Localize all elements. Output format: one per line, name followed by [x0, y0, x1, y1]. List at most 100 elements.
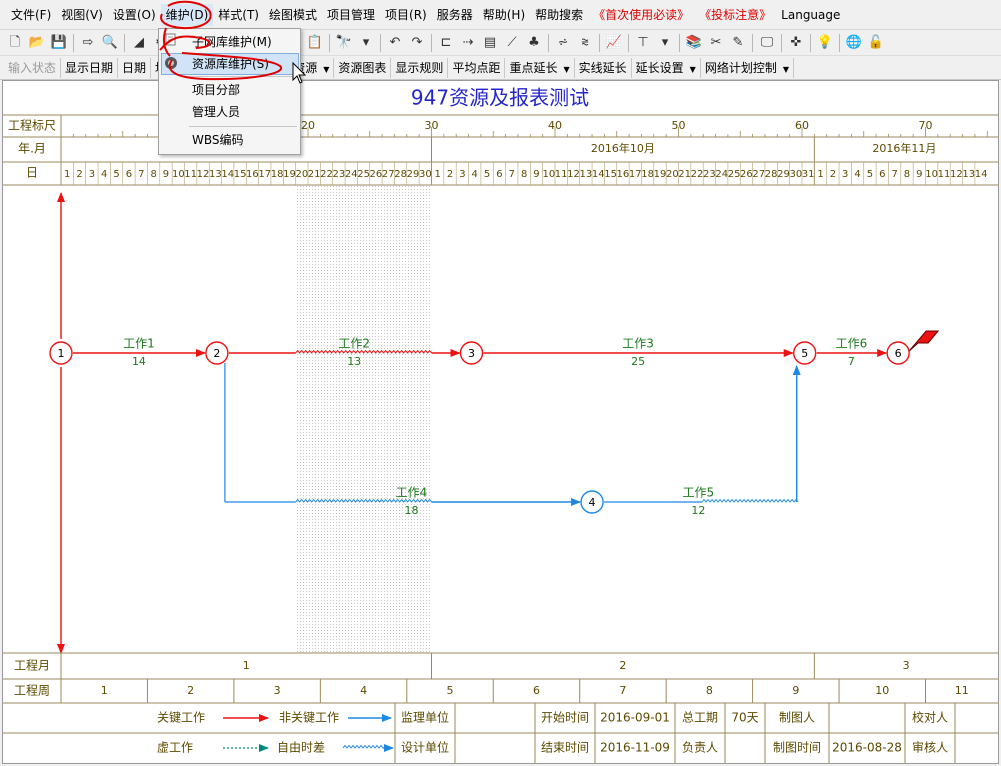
open-folder-icon-button[interactable]: 📂	[26, 32, 48, 54]
chart-icon-button[interactable]: 📈	[603, 32, 625, 54]
table-icon-button[interactable]: ▤	[479, 32, 501, 54]
books-icon-button[interactable]: 📚	[683, 32, 705, 54]
draw-time-label: 制图时间	[773, 741, 821, 755]
menu-settings[interactable]: 设置(O)	[108, 4, 161, 26]
unlock-icon: 🔓	[867, 35, 885, 50]
project-week-label: 4	[360, 684, 367, 697]
day-label: 15	[234, 169, 247, 180]
network-node[interactable]: 6	[886, 341, 910, 365]
save-icon-button[interactable]: 💾	[48, 32, 70, 54]
triangle-icon-button[interactable]: ◢	[128, 32, 150, 54]
toolbar-separator	[752, 33, 753, 52]
unlock-icon-button[interactable]: 🔓	[865, 32, 887, 54]
menu-first-use-guide[interactable]: 《首次使用必读》	[588, 4, 694, 26]
network-node[interactable]: 1	[49, 341, 73, 365]
arrow-line-icon-button[interactable]: ⇢	[457, 32, 479, 54]
menu-language[interactable]: Language	[776, 4, 845, 26]
network-diagram-canvas[interactable]: 947资源及报表测试 工程标尺 年.月日 20 30 40 50 60 70 2016年10月 20…	[2, 80, 999, 764]
crosshair-icon-button[interactable]: ✜	[785, 32, 807, 54]
network-diagram[interactable]: 947资源及报表测试工程标尺年.月日 20 30 40 50 60 70 2016年10月 20…	[3, 81, 998, 763]
menu-help[interactable]: 帮助(H)	[478, 4, 530, 26]
day-label: 22	[320, 169, 333, 180]
redo-icon-button[interactable]: ↷	[406, 32, 428, 54]
tree-icon: ♣	[528, 35, 540, 50]
menu-item-managers[interactable]: 管理人员	[161, 101, 299, 123]
total-duration-value: 70天	[731, 711, 758, 725]
day-label: 3	[459, 169, 465, 180]
menu-item-wbs-code[interactable]: WBS编码	[161, 129, 299, 151]
lightbulb-icon-button[interactable]: 💡	[814, 32, 836, 54]
day-label: 30	[419, 169, 432, 180]
menu-server[interactable]: 服务器	[432, 4, 478, 26]
node-number: 5	[801, 347, 808, 360]
dropdown-arrow-icon-button[interactable]: ▾	[654, 32, 676, 54]
day-label: 28	[394, 169, 407, 180]
project-week-label: 5	[447, 684, 454, 697]
tools-icon-button[interactable]: ✂	[705, 32, 727, 54]
menu-item-project-division[interactable]: 项目分部	[161, 79, 299, 101]
day-label: 28	[765, 169, 778, 180]
toolbar-button-label: 日期	[122, 61, 147, 75]
toolbar-button-0[interactable]: 输入状态	[4, 58, 62, 78]
toolbar-button-2[interactable]: 日期	[118, 58, 152, 78]
toolbar-button-7[interactable]: 显示规则	[391, 58, 449, 78]
day-label: 7	[138, 169, 144, 180]
day-label: 21	[308, 169, 321, 180]
toolbar-button-9[interactable]: 重点延长 ▼	[505, 58, 575, 78]
align-top-icon-button[interactable]: ⩫	[552, 32, 574, 54]
globe-icon: 🌐	[845, 35, 863, 50]
end-time-label: 结束时间	[541, 741, 589, 755]
designer-label: 设计单位	[401, 740, 449, 755]
project-week-label: 10	[875, 684, 889, 697]
dropdown-arrow-icon-button[interactable]: ▾	[355, 32, 377, 54]
new-file-icon-button[interactable]: 🗋	[4, 32, 26, 54]
network-node[interactable]: 3	[459, 341, 484, 365]
menu-item-resource-library[interactable]: 资源库维护(S)	[161, 53, 299, 75]
menu-style[interactable]: 样式(T)	[213, 4, 264, 26]
export-icon-button[interactable]: ⇨	[77, 32, 99, 54]
day-label: 4	[854, 169, 860, 180]
globe-icon-button[interactable]: 🌐	[843, 32, 865, 54]
tree-icon-button[interactable]: ♣	[523, 32, 545, 54]
menu-bidding-notes[interactable]: 《投标注意》	[694, 4, 776, 26]
toolbar-button-8[interactable]: 平均点距	[448, 58, 506, 78]
day-label: 10	[172, 169, 185, 180]
menu-item-subnet-library[interactable]: 子网库维护(M)	[161, 31, 299, 53]
monitor-icon-button[interactable]: 🖵	[756, 32, 778, 54]
network-node[interactable]: 2	[205, 341, 229, 365]
menu-help-search[interactable]: 帮助搜索	[530, 4, 588, 26]
menu-drawing-mode[interactable]: 绘图模式	[264, 4, 322, 26]
edit-icon-button[interactable]: ✎	[727, 32, 749, 54]
find-icon-button[interactable]: 🔭	[333, 32, 355, 54]
print-preview-icon-button[interactable]: 🔍	[99, 32, 121, 54]
align-bottom-icon-button[interactable]: ⩬	[574, 32, 596, 54]
legend-dummy-label: 虚工作	[157, 741, 193, 755]
menu-project-management[interactable]: 项目管理	[322, 4, 380, 26]
paste-icon-button[interactable]: 📋	[304, 32, 326, 54]
legend-float-wave[interactable]	[342, 744, 384, 749]
task-duration: 12	[691, 504, 705, 517]
toolbar-button-label: 重点延长	[509, 61, 558, 75]
toolbar-button-6[interactable]: 资源图表	[334, 58, 392, 78]
toolbar-button-12[interactable]: 网络计划控制 ▼	[701, 58, 794, 78]
network-node[interactable]: 4	[580, 490, 604, 514]
network-node[interactable]: 5	[793, 341, 817, 365]
menu-maintenance[interactable]: 维护(D)	[160, 3, 214, 26]
toolbar-button-1[interactable]: 显示日期	[61, 58, 119, 78]
link-nodes-icon-button[interactable]: ⊏	[435, 32, 457, 54]
menu-separator	[189, 76, 297, 77]
non-working-band	[295, 185, 432, 653]
free-float-work5[interactable]	[701, 498, 799, 503]
project-week-label: 8	[706, 684, 713, 697]
month-label: 2016年11月	[872, 141, 936, 155]
split-icon-button[interactable]: ⊤	[632, 32, 654, 54]
undo-icon-button[interactable]: ↶	[384, 32, 406, 54]
menu-project[interactable]: 项目(R)	[380, 4, 432, 26]
day-label: 11	[938, 169, 951, 180]
menu-file[interactable]: 文件(F)	[6, 4, 56, 26]
curve-icon-button[interactable]: ⟋	[501, 32, 523, 54]
menu-view[interactable]: 视图(V)	[56, 4, 108, 26]
toolbar-button-10[interactable]: 实线延长	[575, 58, 632, 78]
toolbar-button-11[interactable]: 延长设置 ▼	[632, 58, 701, 78]
day-label: 1	[817, 169, 823, 180]
